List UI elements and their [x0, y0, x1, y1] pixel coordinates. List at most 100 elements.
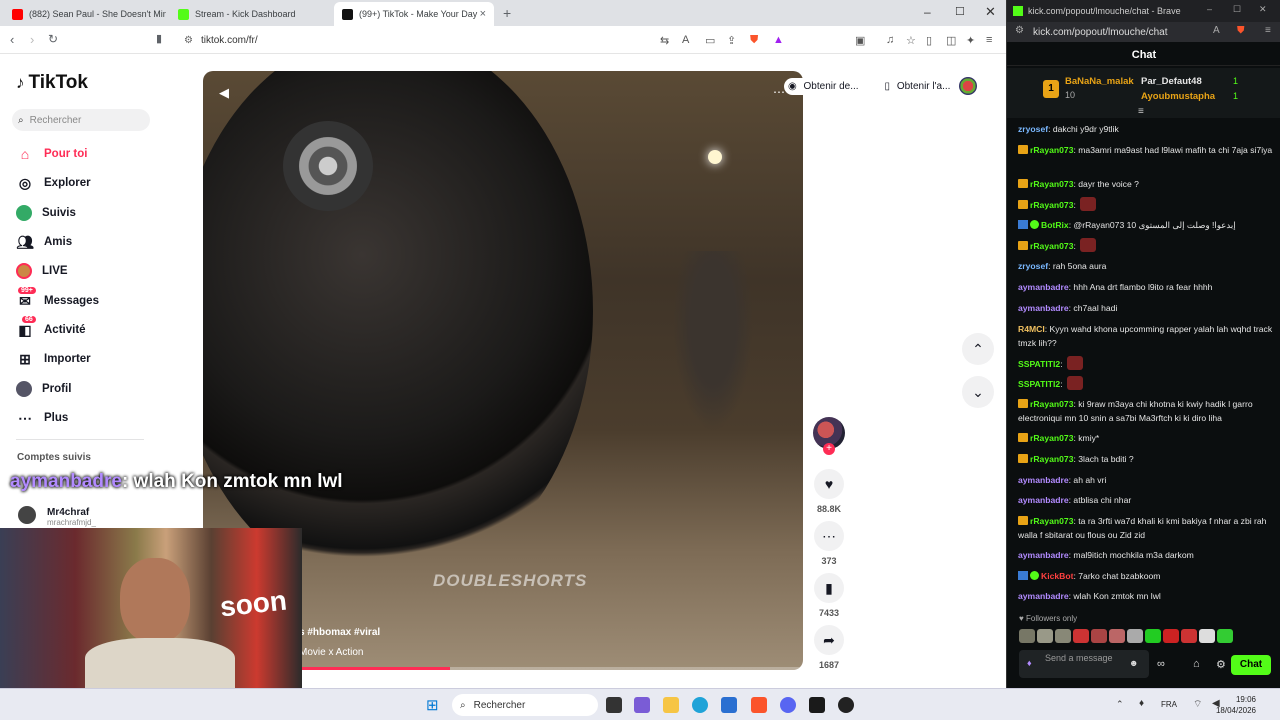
close-window-icon[interactable]: ✕: [985, 4, 996, 20]
emote[interactable]: [1127, 629, 1143, 643]
browser-tab[interactable]: Stream - Kick Dashboard: [170, 2, 332, 26]
get-coins-button[interactable]: ◉ Obtenir de...: [784, 77, 867, 95]
cast-icon[interactable]: ▭: [705, 34, 715, 47]
menu-item-live[interactable]: LIVE: [16, 260, 68, 282]
menu-item-importer[interactable]: ⊞ Importer: [16, 348, 91, 370]
brave-icon[interactable]: [751, 697, 767, 713]
chat-username[interactable]: rRayan073: [1030, 241, 1073, 251]
media-icon[interactable]: ♫: [886, 34, 894, 46]
chat-username[interactable]: rRayan073: [1030, 433, 1073, 443]
chat-username[interactable]: rRayan073: [1030, 454, 1073, 464]
language-indicator[interactable]: FRA: [1161, 700, 1177, 709]
chat-username[interactable]: BotRix: [1041, 220, 1069, 230]
emote[interactable]: [1181, 629, 1197, 643]
menu-item-suivis[interactable]: Suivis: [16, 202, 76, 224]
new-tab-icon[interactable]: +: [503, 5, 511, 21]
app-icon[interactable]: [838, 697, 854, 713]
maximize-icon[interactable]: ☐: [1233, 4, 1241, 15]
edge-icon[interactable]: [692, 697, 708, 713]
brave-rewards-icon[interactable]: ▲: [773, 34, 784, 46]
emote[interactable]: [1037, 629, 1053, 643]
close-icon[interactable]: ×: [480, 8, 486, 20]
menu-item-plus[interactable]: ⋯ Plus: [16, 407, 68, 429]
chat-message-input[interactable]: ♦ Send a message ☻: [1019, 650, 1149, 678]
send-chat-button[interactable]: Chat: [1231, 655, 1271, 675]
avatar[interactable]: [18, 506, 36, 524]
minimize-icon[interactable]: –: [1207, 4, 1212, 14]
microphone-icon[interactable]: ♦: [1027, 658, 1032, 669]
chat-username[interactable]: aymanbadre: [1018, 495, 1069, 505]
obs-icon[interactable]: [809, 697, 825, 713]
windows-start-icon[interactable]: ⊞: [426, 696, 439, 714]
emote[interactable]: [1109, 629, 1125, 643]
settings-icon[interactable]: ⚙: [1216, 658, 1226, 671]
menu-icon[interactable]: ≡: [986, 34, 992, 46]
user-avatar[interactable]: [959, 77, 977, 95]
menu-item-amis[interactable]: 👥︎ Amis: [16, 231, 72, 253]
store-icon[interactable]: [721, 697, 737, 713]
search-input[interactable]: ⌕ Rechercher: [12, 109, 150, 131]
emote[interactable]: [1073, 629, 1089, 643]
chat-username[interactable]: SSPATITI2: [1018, 379, 1060, 389]
store-icon[interactable]: ⌂: [1193, 658, 1200, 670]
chat-username[interactable]: R4MCI: [1018, 324, 1045, 334]
brave-shield-icon[interactable]: ⛊: [750, 34, 758, 47]
task-view-icon[interactable]: [606, 697, 622, 713]
like-button[interactable]: ♥ 88.8K: [812, 469, 846, 514]
chat-username[interactable]: rRayan073: [1030, 516, 1073, 526]
bookmarks-icon[interactable]: ☆: [906, 34, 916, 47]
taskbar-clock[interactable]: 19:06 18/04/2026: [1216, 694, 1256, 716]
emote[interactable]: [1055, 629, 1071, 643]
followed-account[interactable]: Mr4chraf mrachrafmjd_: [47, 507, 96, 527]
chat-username[interactable]: aymanbadre: [1018, 303, 1069, 313]
menu-item-profil[interactable]: Profil: [16, 378, 71, 400]
browser-tab-active[interactable]: (99+) TikTok - Make Your Day ×: [334, 2, 494, 26]
url-field[interactable]: ⚙ tiktok.com/fr/: [176, 30, 796, 50]
translate-icon[interactable]: A: [1213, 25, 1220, 36]
chat-username[interactable]: aymanbadre: [1018, 550, 1069, 560]
menu-item-messages[interactable]: ✉ 99+ Messages: [16, 287, 99, 312]
emote[interactable]: [1019, 629, 1035, 643]
emote[interactable]: [1091, 629, 1107, 643]
video-music[interactable]: Movie x Action: [299, 647, 363, 658]
menu-item-pour-toi[interactable]: ⌂ Pour toi: [16, 143, 88, 165]
chat-username[interactable]: KickBot: [1041, 571, 1073, 581]
brave-shield-icon[interactable]: ⛊: [1237, 25, 1245, 36]
share-icon[interactable]: ⇪: [727, 34, 736, 47]
follow-plus-icon[interactable]: +: [823, 443, 835, 455]
chat-username[interactable]: zryosef: [1018, 124, 1048, 134]
previous-video-button[interactable]: ⌃: [962, 333, 994, 365]
emote[interactable]: [1199, 629, 1215, 643]
bookmark-icon[interactable]: ▮: [156, 32, 162, 45]
emote[interactable]: [1145, 629, 1161, 643]
maximize-icon[interactable]: ☐: [955, 5, 965, 18]
vpn-icon[interactable]: ✦: [966, 34, 975, 47]
leader-name[interactable]: Par_Defaut48: [1141, 76, 1202, 87]
chat-username[interactable]: rRayan073: [1030, 399, 1073, 409]
wallet-icon[interactable]: ◫: [946, 34, 956, 47]
sidebar-icon[interactable]: ▯: [926, 34, 932, 47]
expand-icon[interactable]: ≡: [1138, 106, 1144, 117]
taskbar-search[interactable]: ⌕ Rechercher: [452, 694, 598, 716]
chat-username[interactable]: zryosef: [1018, 261, 1048, 271]
forward-icon[interactable]: ›: [30, 32, 34, 47]
comment-button[interactable]: ⋯ 373: [812, 521, 846, 566]
microphone-icon[interactable]: ♦: [1139, 698, 1144, 709]
save-button[interactable]: ▮ 7433: [812, 573, 846, 618]
tab-search-icon[interactable]: ▣: [855, 34, 865, 47]
chat-username[interactable]: aymanbadre: [1018, 282, 1069, 292]
video-progress-bar[interactable]: [299, 667, 803, 670]
chat-username[interactable]: rRayan073: [1030, 200, 1073, 210]
network-icon[interactable]: ⌔: [1193, 698, 1202, 711]
chat-username[interactable]: aymanbadre: [1018, 475, 1069, 485]
file-explorer-icon[interactable]: [663, 697, 679, 713]
emote[interactable]: [1163, 629, 1179, 643]
leader-name[interactable]: Ayoubmustapha: [1141, 91, 1215, 102]
emote[interactable]: [1217, 629, 1233, 643]
volume-icon[interactable]: ◀︎: [219, 85, 229, 101]
chat-username[interactable]: rRayan073: [1030, 145, 1073, 155]
copilot-icon[interactable]: [634, 697, 650, 713]
chevron-up-icon[interactable]: ⌃: [1116, 699, 1124, 710]
kick-url-bar[interactable]: ⚙ kick.com/popout/lmouche/chat A ⛊ ≡: [1007, 22, 1280, 42]
get-app-button[interactable]: ▯ Obtenir l'a...: [880, 77, 959, 95]
